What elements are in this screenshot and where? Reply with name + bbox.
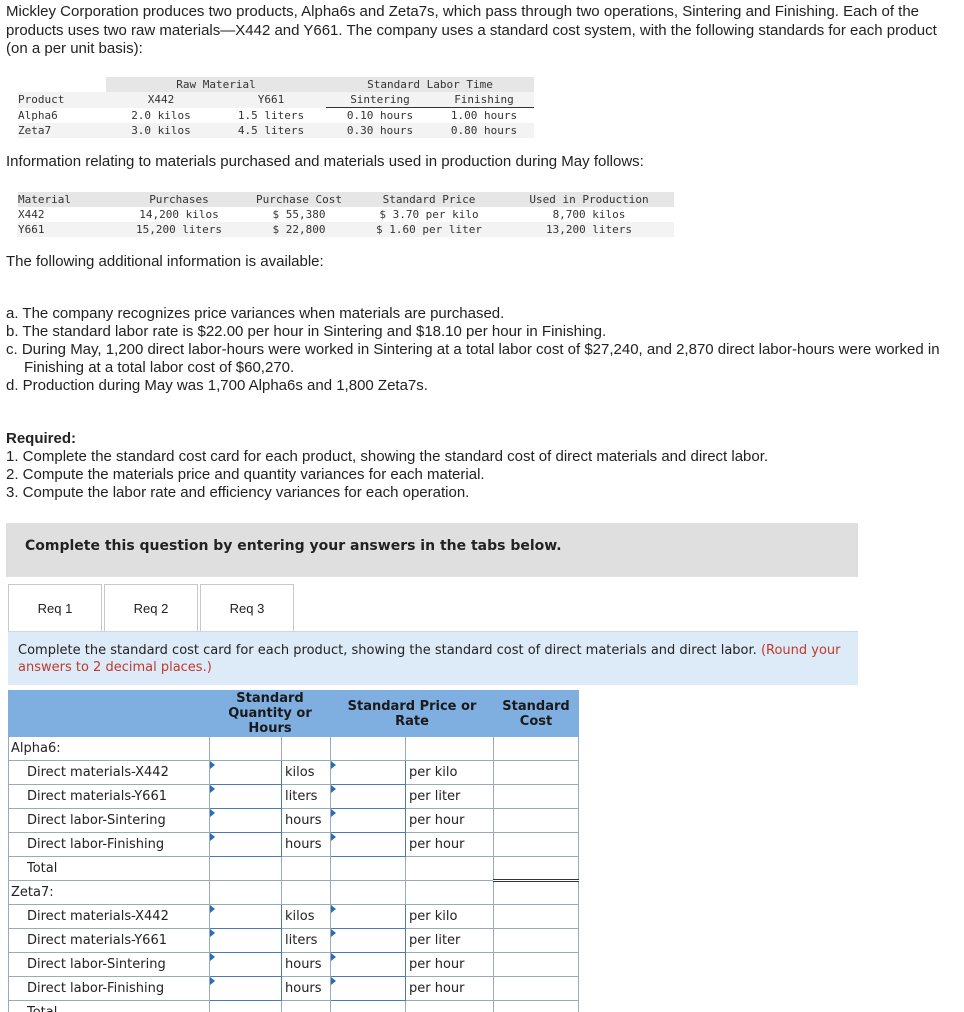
header-std-cost: Standard Cost (493, 690, 579, 737)
info-item-c: c. During May, 1,200 direct labor-hours … (6, 341, 940, 376)
required-title: Required: (6, 430, 77, 447)
mat-row-y661: Y661 15,200 liters $ 22,800 $ 1.60 per l… (18, 222, 674, 237)
info-item-d: d. Production during May was 1,700 Alpha… (6, 377, 428, 394)
zeta7-finishing-cost (493, 976, 579, 1001)
alpha6-sintering-hours-input[interactable] (209, 808, 282, 833)
materials-intro: Information relating to materials purcha… (6, 153, 644, 170)
alpha6-total-cost (493, 856, 579, 882)
info-item-a: a. The company recognizes price variance… (6, 305, 505, 322)
alpha6-y661-qty-input[interactable] (209, 784, 282, 809)
zeta7-y661-qty-input[interactable] (209, 928, 282, 953)
header-std-price: Standard Price or Rate (330, 690, 494, 737)
table-row: Direct labor-Sintering hours per hour (8, 952, 579, 977)
alpha6-rows: Direct materials-X442 kilos per kilo Dir… (8, 760, 579, 882)
banner-text: Complete this question by entering your … (25, 538, 562, 554)
raw-material-header: Raw Material (106, 77, 326, 92)
table-row: Direct labor-Finishing hours per hour (8, 976, 579, 1001)
zeta7-total-cost (493, 1000, 579, 1012)
alpha6-x442-qty-input[interactable] (209, 760, 282, 785)
alpha6-sintering-cost (493, 808, 579, 833)
col-y661: Y661 (257, 93, 285, 107)
info-item-b: b. The standard labor rate is $22.00 per… (6, 323, 607, 340)
required-line-1: 1. Complete the standard cost card for e… (6, 448, 769, 465)
table-row: Direct materials-X442 kilos per kilo (8, 904, 579, 929)
header-std-quantity: Standard Quantity or Hours (209, 690, 331, 737)
required-line-3: 3. Compute the labor rate and efficiency… (6, 484, 470, 501)
materials-table: Material Purchases Purchase Cost Standar… (18, 192, 674, 237)
alpha6-finishing-rate-input[interactable] (330, 832, 406, 857)
standards-table: Raw Material Standard Labor Time Product… (18, 77, 534, 138)
col-sintering: Sintering (326, 92, 434, 108)
alpha6-finishing-cost (493, 832, 579, 857)
zeta7-y661-price-input[interactable] (330, 928, 406, 953)
std-row-zeta7: Zeta7 3.0 kilos 4.5 liters 0.30 hours 0.… (18, 123, 534, 138)
zeta7-sintering-rate-input[interactable] (330, 952, 406, 977)
alpha6-x442-cost (493, 760, 579, 785)
tab-req-1[interactable]: Req 1 (8, 584, 102, 632)
zeta7-finishing-hours-input[interactable] (209, 976, 282, 1001)
tab-instruction: Complete the standard cost card for each… (8, 631, 858, 685)
alpha6-y661-price-input[interactable] (330, 784, 406, 809)
col-x442: X442 (147, 93, 175, 107)
table-row: Total (8, 1000, 579, 1012)
zeta7-sintering-hours-input[interactable] (209, 952, 282, 977)
zeta7-finishing-rate-input[interactable] (330, 976, 406, 1001)
alpha6-sintering-rate-input[interactable] (330, 808, 406, 833)
table-row: Direct materials-Y661 liters per liter (8, 784, 579, 809)
col-finishing: Finishing (434, 92, 534, 108)
required-section: Required: 1. Complete the standard cost … (6, 430, 768, 502)
problem-intro: Mickley Corporation produces two product… (6, 3, 937, 57)
zeta7-x442-price-input[interactable] (330, 904, 406, 929)
instruction-text: Complete the standard cost card for each… (18, 643, 757, 658)
col-product: Product (18, 93, 65, 107)
alpha6-total-label: Total (8, 856, 210, 881)
mat-row-x442: X442 14,200 kilos $ 55,380 $ 3.70 per ki… (18, 208, 626, 221)
alpha6-finishing-hours-input[interactable] (209, 832, 282, 857)
labor-time-header: Standard Labor Time (326, 77, 534, 92)
table-row: Direct labor-Sintering hours per hour (8, 808, 579, 833)
zeta7-y661-cost (493, 928, 579, 953)
alpha6-y661-cost (493, 784, 579, 809)
required-line-2: 2. Compute the materials price and quant… (6, 466, 485, 483)
additional-info-label: The following additional information is … (6, 253, 324, 270)
std-row-alpha6: Alpha6 2.0 kilos 1.5 liters 0.10 hours 1… (18, 108, 518, 122)
zeta7-rows: Direct materials-X442 kilos per kilo Dir… (8, 904, 579, 1012)
tab-req-2[interactable]: Req 2 (104, 584, 198, 632)
standard-cost-card: Standard Quantity or Hours Standard Pric… (8, 690, 579, 1012)
zeta7-x442-cost (493, 904, 579, 929)
alpha6-x442-price-input[interactable] (330, 760, 406, 785)
additional-info-list: a. The company recognizes price variance… (6, 305, 946, 395)
zeta7-sintering-cost (493, 952, 579, 977)
table-row: Direct materials-Y661 liters per liter (8, 928, 579, 953)
tab-req-3[interactable]: Req 3 (200, 584, 294, 632)
table-row: Total (8, 856, 579, 882)
zeta7-group-label: Zeta7: (8, 880, 210, 905)
table-row: Direct labor-Finishing hours per hour (8, 832, 579, 857)
zeta7-total-label: Total (8, 1000, 210, 1012)
alpha6-group-label: Alpha6: (8, 736, 210, 761)
table-row: Direct materials-X442 kilos per kilo (8, 760, 579, 785)
instruction-banner: Complete this question by entering your … (6, 523, 858, 577)
zeta7-x442-qty-input[interactable] (209, 904, 282, 929)
